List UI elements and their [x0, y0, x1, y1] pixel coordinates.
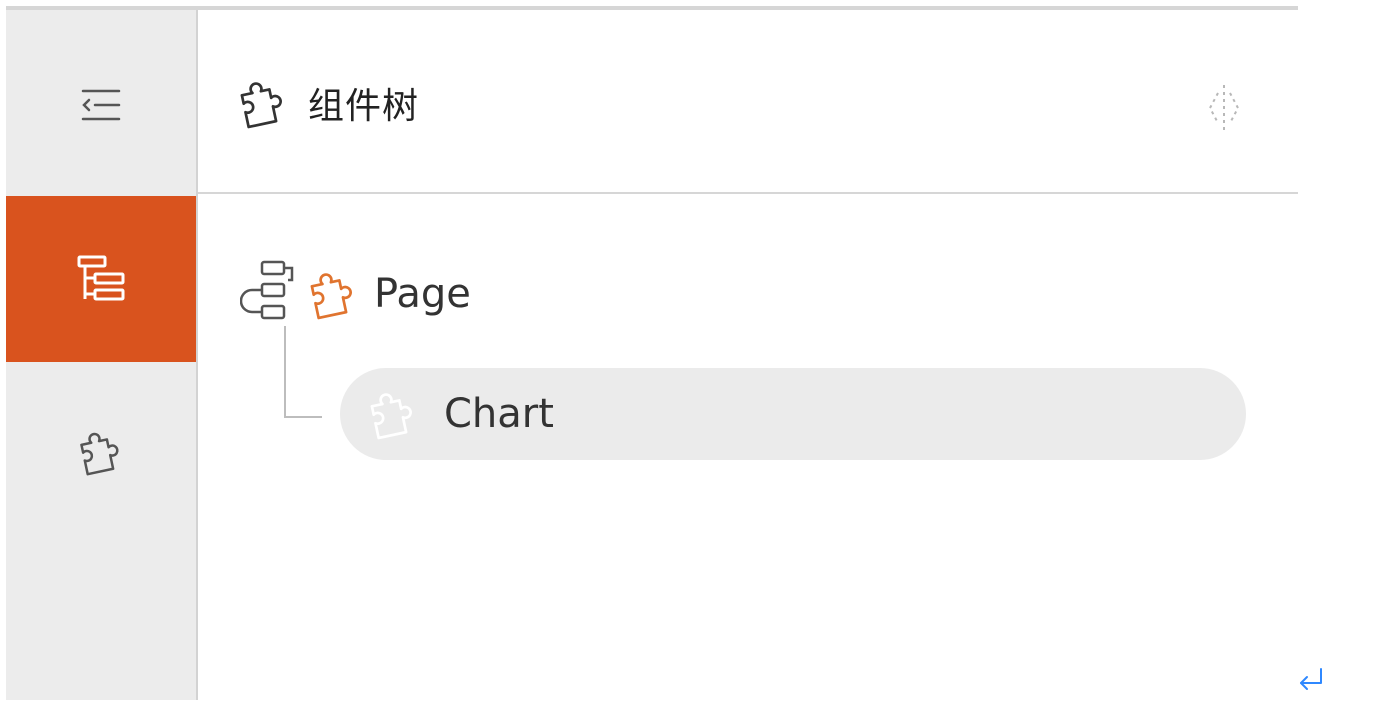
tree-node-page[interactable]: Page: [240, 258, 471, 330]
rail-components-button[interactable]: [6, 382, 196, 522]
puzzle-icon: [366, 387, 420, 441]
app-frame: 组件树 Page Chart: [0, 0, 1392, 718]
panel-header: 组件树: [198, 10, 1298, 192]
panel-title: 组件树: [308, 86, 420, 127]
header-divider: [198, 192, 1298, 194]
rail-tree-button[interactable]: [6, 196, 196, 362]
split-view-button[interactable]: [1194, 78, 1254, 138]
tree-connector: [284, 416, 322, 418]
tree-node-label: Page: [374, 271, 471, 317]
tree-node-chart[interactable]: Chart: [340, 368, 1246, 460]
puzzle-icon: [80, 432, 119, 476]
tree-structure-icon: [77, 255, 125, 301]
tree-node-label: Chart: [444, 391, 554, 437]
tree-connector: [284, 326, 286, 418]
puzzle-icon: [240, 82, 282, 129]
puzzle-icon: [310, 273, 352, 320]
rail-collapse-button[interactable]: [6, 50, 196, 160]
tree-node-icon: [240, 260, 294, 320]
left-rail: [6, 10, 196, 700]
collapse-menu-icon: [81, 89, 121, 121]
panel-title-group: 组件树: [236, 76, 419, 130]
component-tree-panel: 组件树 Page Chart: [198, 10, 1298, 700]
return-icon: [1296, 664, 1326, 694]
split-view-icon: [1208, 85, 1240, 131]
